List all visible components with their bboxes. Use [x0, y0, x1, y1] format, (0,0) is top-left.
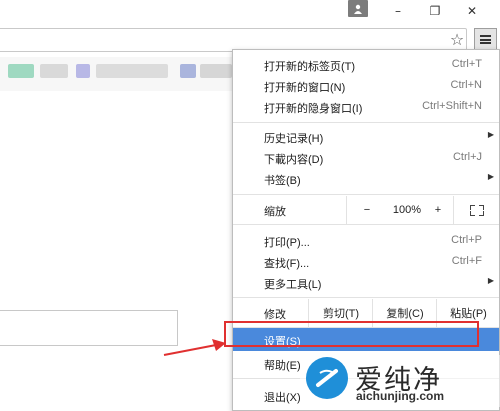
menu-item-label: 更多工具(L): [264, 279, 322, 291]
edit-label: 修改: [264, 309, 286, 321]
page-search-box[interactable]: [0, 310, 178, 346]
zoom-label: 缩放: [264, 206, 286, 218]
zoom-row: 缩放 − 100% +: [233, 196, 499, 224]
paste-label: 粘贴(P): [450, 308, 487, 320]
hamburger-icon: [480, 35, 491, 44]
menu-separator: [233, 122, 499, 123]
watermark-url: aichunjing.com: [356, 389, 445, 403]
menu-item-find[interactable]: 查找(F)... Ctrl+F: [233, 251, 499, 272]
fullscreen-icon: [470, 204, 484, 216]
menu-item-label: 帮助(E): [264, 360, 301, 372]
zoom-out-button[interactable]: −: [346, 196, 387, 224]
submenu-arrow-icon: ▶: [487, 276, 494, 285]
menu-item-label: 查找(F)...: [264, 258, 310, 270]
menu-item-label: 下載内容(D): [264, 154, 324, 166]
zoom-level: 100%: [386, 196, 428, 224]
watermark-logo-icon: [306, 357, 348, 399]
fullscreen-button[interactable]: [453, 196, 500, 224]
title-bar: – ❐ ✕: [0, 0, 500, 25]
bookmark-item[interactable]: [40, 64, 68, 78]
menu-separator: [233, 224, 499, 225]
menu-item-print[interactable]: 打印(P)... Ctrl+P: [233, 230, 499, 251]
bookmark-item[interactable]: [180, 64, 196, 78]
copy-label: 复制(C): [386, 308, 424, 320]
menu-item-label: 历史记录(H): [264, 133, 324, 145]
bookmark-star-icon[interactable]: ☆: [448, 29, 466, 49]
menu-item-shortcut: Ctrl+Shift+N: [422, 100, 482, 112]
bookmark-item[interactable]: [200, 64, 232, 78]
annotation-arrow: [163, 339, 226, 356]
menu-item-shortcut: Ctrl+F: [451, 255, 482, 267]
menu-separator: [233, 297, 499, 298]
menu-item-new-window[interactable]: 打开新的窗口(N) Ctrl+N: [233, 75, 499, 96]
menu-item-history[interactable]: 历史记录(H) ▶: [233, 126, 499, 147]
zoom-minus-label: −: [363, 204, 371, 216]
menu-separator: [233, 194, 499, 195]
close-button[interactable]: ✕: [457, 0, 487, 22]
chrome-menu-button[interactable]: [474, 28, 497, 51]
profile-icon[interactable]: [348, 0, 368, 17]
menu-item-shortcut: Ctrl+N: [450, 79, 482, 91]
bookmark-item[interactable]: [76, 64, 90, 78]
annotation-highlight-box: [224, 321, 479, 347]
minimize-button[interactable]: –: [383, 0, 413, 22]
menu-item-downloads[interactable]: 下載内容(D) Ctrl+J: [233, 147, 499, 168]
bookmark-item[interactable]: [8, 64, 34, 78]
menu-item-label: 打印(P)...: [264, 237, 310, 249]
menu-item-label: 退出(X): [264, 392, 301, 404]
menu-item-shortcut: Ctrl+P: [451, 234, 482, 246]
menu-item-shortcut: Ctrl+J: [452, 151, 482, 163]
menu-item-label: 打开新的窗口(N): [264, 82, 346, 94]
menu-item-incognito[interactable]: 打开新的隐身窗口(I) Ctrl+Shift+N: [233, 96, 499, 117]
menu-item-shortcut: Ctrl+T: [451, 58, 482, 70]
menu-item-label: 打开新的隐身窗口(I): [264, 103, 363, 115]
bookmark-item[interactable]: [96, 64, 168, 78]
menu-item-label: 书签(B): [264, 175, 301, 187]
submenu-arrow-icon: ▶: [487, 172, 494, 181]
zoom-in-button[interactable]: +: [428, 196, 448, 224]
submenu-arrow-icon: ▶: [487, 130, 494, 139]
menu-item-more-tools[interactable]: 更多工具(L) ▶: [233, 272, 499, 293]
zoom-plus-label: +: [434, 204, 442, 216]
restore-button[interactable]: ❐: [420, 0, 450, 22]
menu-item-new-tab[interactable]: 打开新的标签页(T) Ctrl+T: [233, 54, 499, 75]
menu-item-label: 打开新的标签页(T): [264, 61, 356, 73]
menu-item-bookmarks[interactable]: 书签(B) ▶: [233, 168, 499, 189]
zoom-value: 100%: [392, 204, 422, 216]
cut-label: 剪切(T): [322, 308, 360, 320]
